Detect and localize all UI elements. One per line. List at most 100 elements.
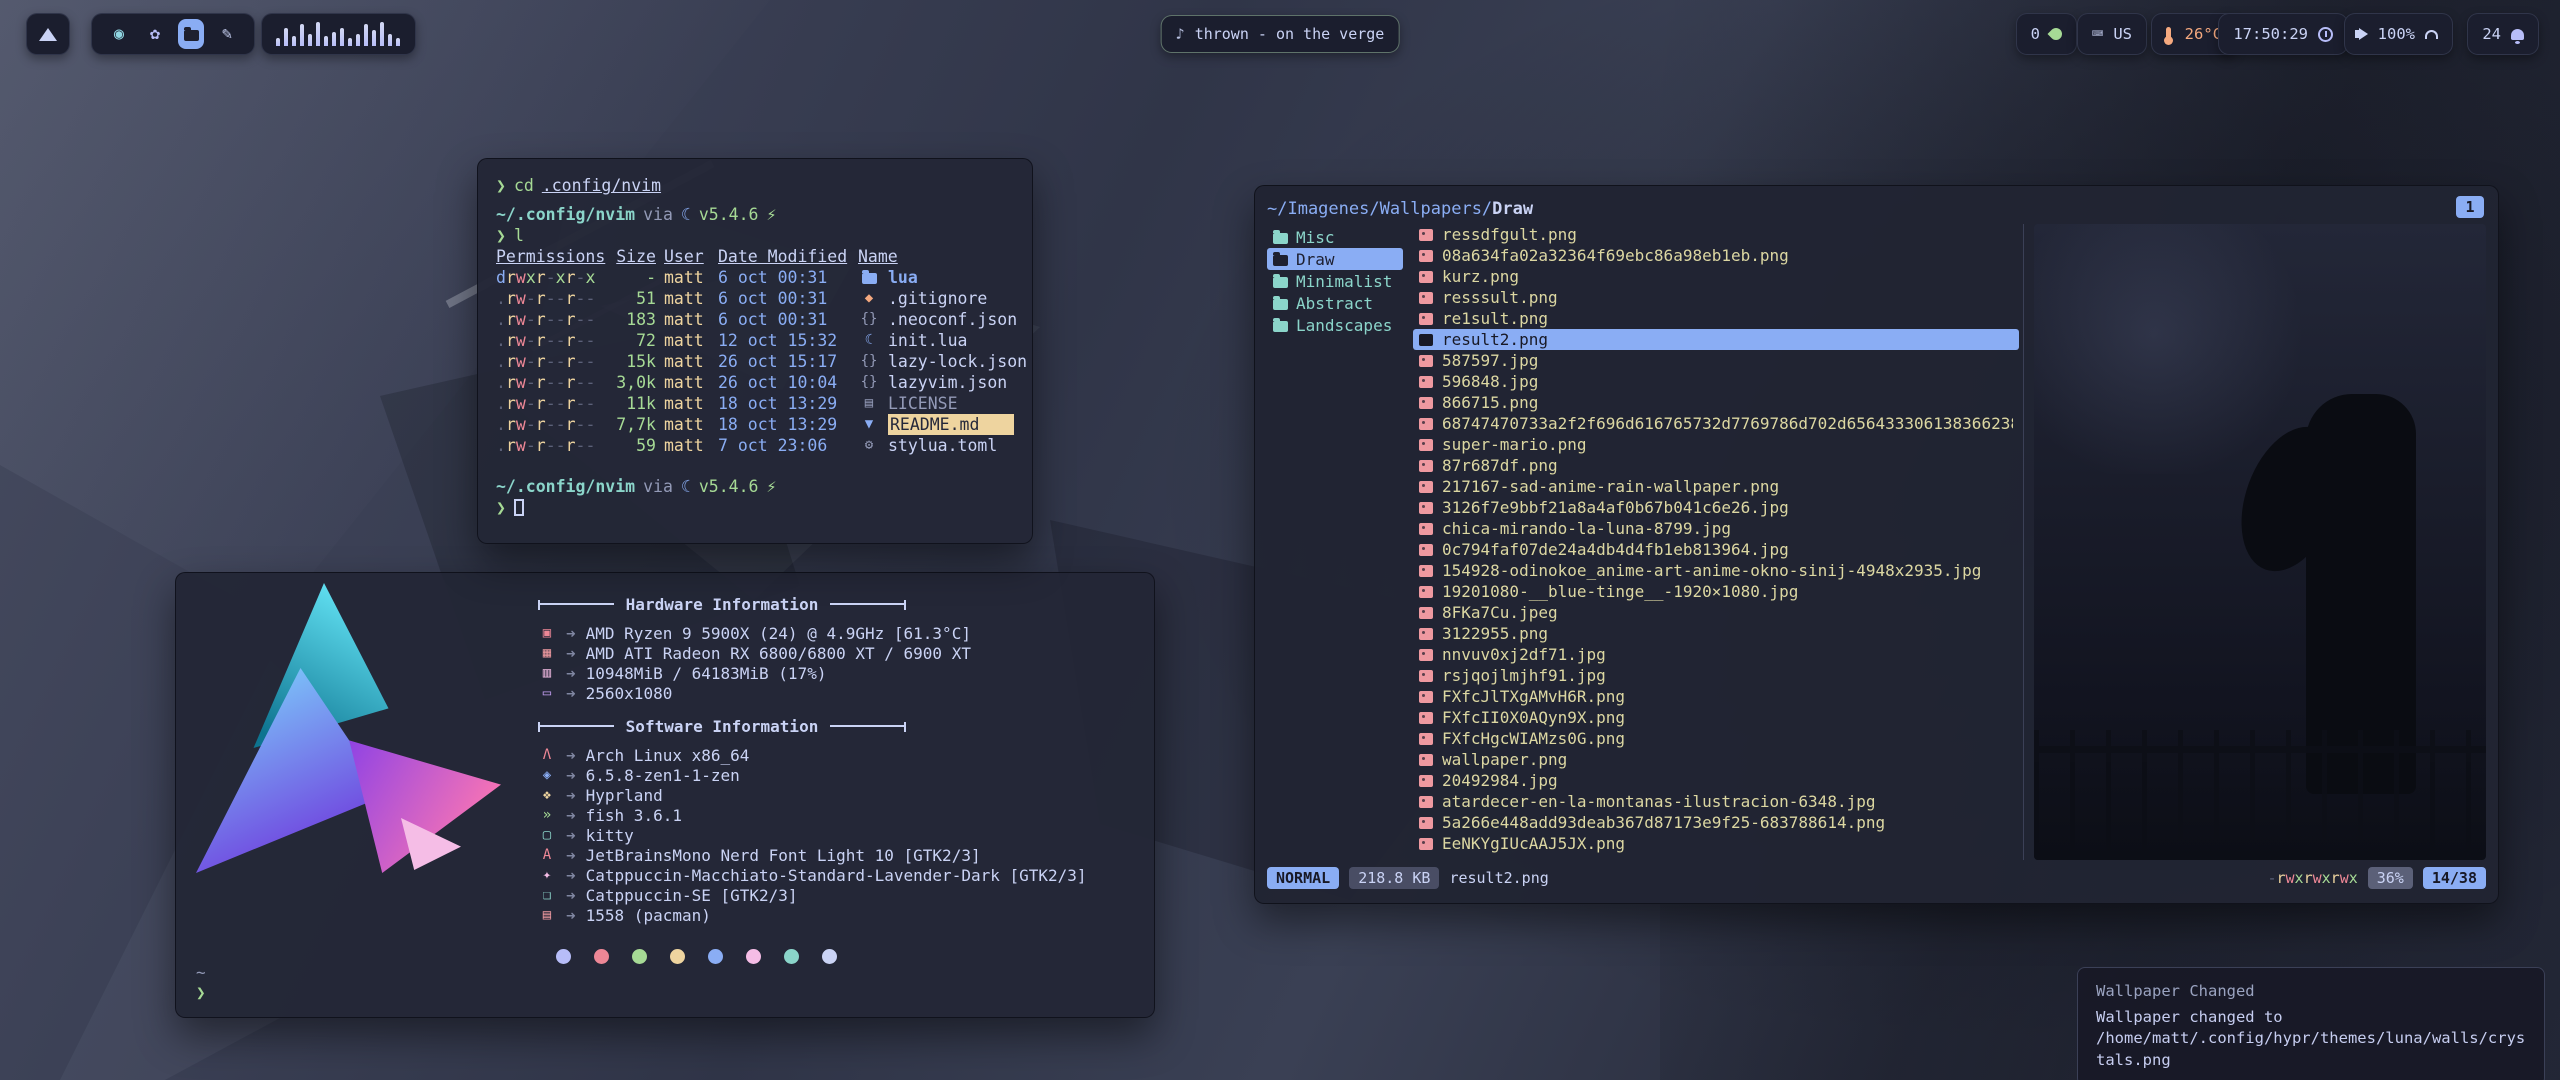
palette-color [632,949,647,964]
arrow-icon: ➜ [566,906,576,925]
image-file-icon [1419,523,1433,535]
file-item[interactable]: 3122955.png [1413,623,2019,644]
file-item[interactable]: atardecer-en-la-montanas-ilustracion-634… [1413,791,2019,812]
kernel-icon: ◈ [538,767,556,783]
file-item[interactable]: 8FKa7Cu.jpeg [1413,602,2019,623]
file-item[interactable]: 19201080-__blue-tinge__-1920×1080.jpg [1413,581,2019,602]
workspace-button-4[interactable]: ✎ [214,19,240,49]
file-item[interactable]: 68747470733a2f2f696d616765732d7769786d70… [1413,413,2019,434]
file-item[interactable]: FXfcJlTXgAMvH6R.png [1413,686,2019,707]
file-item[interactable]: re1sult.png [1413,308,2019,329]
arrow-icon: ➜ [566,806,576,825]
prompt-context-line: ~/.config/nvimvia☾v5.4.6⚡ [496,476,1014,497]
sidebar-item-minimalist[interactable]: Minimalist [1267,270,1403,292]
command-line: ❯cd.config/nvim [496,175,1014,196]
workspace-button-1[interactable]: ◉ [106,19,132,49]
visualizer-bar [340,28,344,46]
file-item[interactable]: 20492984.jpg [1413,770,2019,791]
path-current: Draw [1492,199,1533,219]
fetch-item-wm: ❖➜Hyprland [538,785,1134,805]
file-item[interactable]: 154928-odinokoe_anime-art-anime-okno-sin… [1413,560,2019,581]
file-item[interactable]: resssult.png [1413,287,2019,308]
image-file-icon [1419,460,1433,472]
updates-leaf-icon [2048,26,2065,43]
file-item[interactable]: 0c794faf07de24a4db4d4fb1eb813964.jpg [1413,539,2019,560]
file-item[interactable]: chica-mirando-la-luna-8799.jpg [1413,518,2019,539]
notification-popup[interactable]: Wallpaper Changed Wallpaper changed to /… [2077,967,2545,1080]
breadcrumb: ~/Imagenes/Wallpapers/Draw [1267,199,1533,219]
arrow-icon: ➜ [566,766,576,785]
clock-module[interactable]: 17:50:29 [2218,13,2348,55]
json-icon: {} [861,351,878,372]
sidebar-item-draw[interactable]: Draw [1267,248,1403,270]
file-item[interactable]: ressdfgult.png [1413,224,2019,245]
visualizer-bar [356,34,360,46]
fetch-item-icons: ❏➜Catppuccin-SE [GTK2/3] [538,885,1134,905]
image-file-icon [1419,838,1433,850]
file-item[interactable]: FXfcII0X0AQyn9X.png [1413,707,2019,728]
file-item[interactable]: 87r687df.png [1413,455,2019,476]
sidebar-item-landscapes[interactable]: Landscapes [1267,314,1403,336]
sidebar-item-misc[interactable]: Misc [1267,226,1403,248]
workspace-button-2[interactable]: ✿ [142,19,168,49]
file-item[interactable]: 866715.png [1413,392,2019,413]
preview-art-layer [2034,224,2314,474]
arrow-icon: ➜ [566,746,576,765]
file-item[interactable]: nnvuv0xj2df71.jpg [1413,644,2019,665]
file-manager-window[interactable]: ~/Imagenes/Wallpapers/Draw 1 MiscDrawMin… [1254,185,2499,904]
terminal-cursor [514,499,524,516]
command: cd [514,176,534,195]
file-item[interactable]: 587597.jpg [1413,350,2019,371]
music-note-icon: ♪ [1176,25,1185,43]
palette-color [708,949,723,964]
lua-icon: ☾ [865,330,873,351]
music-player-module[interactable]: ♪ thrown - on the verge [1161,15,1400,53]
prompt-input-line[interactable]: ❯ [496,497,1014,518]
software-items: Λ➜Arch Linux x86_64◈➜6.5.8-zen1-1-zen❖➜H… [538,745,1134,925]
arrow-icon: ➜ [566,624,576,643]
file-manager-header: ~/Imagenes/Wallpapers/Draw 1 [1267,194,2486,224]
file-item[interactable]: wallpaper.png [1413,749,2019,770]
image-file-icon [1419,607,1433,619]
status-bar: ◉✿✎ ♪ thrown - on the verge 0 ⌨ US 26°C … [0,13,2560,57]
fetch-item-font: A➜JetBrainsMono Nerd Font Light 10 [GTK2… [538,845,1134,865]
file-item[interactable]: rsjqojlmjhf91.jpg [1413,665,2019,686]
notifications-module[interactable]: 24 [2467,13,2539,55]
launcher-button[interactable] [26,13,70,55]
keyboard-layout: US [2113,25,2132,43]
file-list: ressdfgult.png08a634fa02a32364f69ebc86a9… [1413,224,2024,860]
prompt-symbol: ❯ [496,226,506,245]
sidebar-item-abstract[interactable]: Abstract [1267,292,1403,314]
volume-module[interactable]: 100% [2344,13,2453,55]
updates-module[interactable]: 0 [2016,13,2077,55]
workspace-button-3[interactable] [178,19,204,49]
scroll-percent-badge: 36% [2368,867,2413,889]
column-header: Date Modified [718,246,850,267]
file-item[interactable]: 596848.jpg [1413,371,2019,392]
file-item[interactable]: kurz.png [1413,266,2019,287]
visualizer-bar [308,34,312,46]
tab-badge[interactable]: 1 [2456,196,2484,218]
file-item[interactable]: result2.png [1413,329,2019,350]
folder-icon [862,273,877,284]
file-item[interactable]: super-mario.png [1413,434,2019,455]
keyboard-layout-module[interactable]: ⌨ US [2077,13,2147,55]
lua-version: v5.4.6 [699,477,759,496]
visualizer-bar [388,34,392,46]
path-prefix: ~/Imagenes/Wallpapers/ [1267,199,1492,219]
file-item[interactable]: FXfcHgcWIAMzs0G.png [1413,728,2019,749]
file-item[interactable]: 3126f7e9bbf21a8a4af0b67b041c6e26.jpg [1413,497,2019,518]
terminal-window[interactable]: ❯cd.config/nvim ~/.config/nvimvia☾v5.4.6… [477,158,1033,544]
fetch-terminal-window[interactable]: Hardware Information ▣➜AMD Ryzen 9 5900X… [175,572,1155,1018]
image-file-icon [1419,628,1433,640]
image-file-icon [1419,544,1433,556]
folder-icon [1273,277,1288,288]
file-item[interactable]: 5a266e448add93deab367d87173e9f25-6837886… [1413,812,2019,833]
fetch-prompt[interactable]: ~ ❯ [196,963,206,1003]
image-file-icon [1419,418,1433,430]
file-item[interactable]: EeNKYgIUcAAJ5JX.png [1413,833,2019,854]
pen-icon: ✎ [222,24,232,44]
file-item[interactable]: 217167-sad-anime-rain-wallpaper.png [1413,476,2019,497]
file-item[interactable]: 08a634fa02a32364f69ebc86a98eb1eb.png [1413,245,2019,266]
music-title: thrown - on the verge [1195,25,1385,43]
